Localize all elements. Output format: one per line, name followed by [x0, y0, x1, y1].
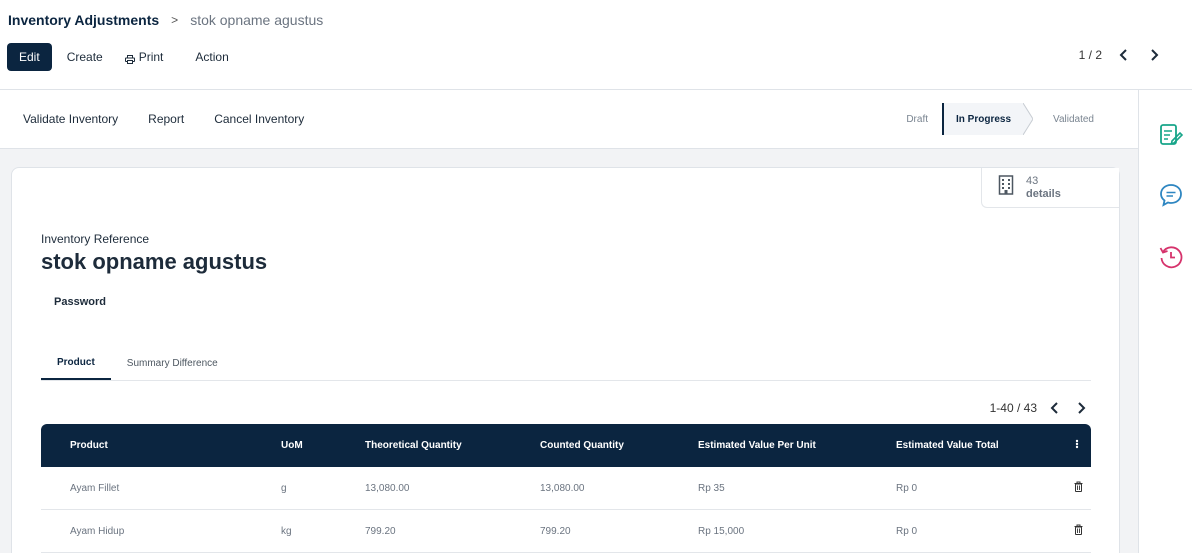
table-header: Product UoM Theoretical Quantity Counted… [41, 424, 1091, 467]
cell-product: Ayam Fillet [70, 482, 120, 494]
inventory-reference-value: stok opname agustus [41, 249, 268, 274]
cell-product: Ayam Hidup [70, 525, 125, 537]
table-pager-value: 1-40 / 43 [989, 401, 1037, 415]
control-panel: Inventory Adjustments > stok opname agus… [0, 0, 1192, 90]
details-count: 43 [1026, 174, 1039, 187]
column-header-value-per-unit[interactable]: Estimated Value Per Unit [698, 440, 816, 451]
cell-theoretical-quantity: 799.20 [365, 525, 396, 537]
trash-icon[interactable] [1074, 524, 1083, 538]
notebook-tabs: Product Summary Difference [41, 348, 1091, 381]
column-header-theoretical-quantity[interactable]: Theoretical Quantity [365, 440, 462, 451]
print-icon [124, 53, 135, 64]
note-edit-icon[interactable] [1158, 122, 1184, 148]
details-label: details [1026, 187, 1061, 200]
create-button[interactable]: Create [56, 43, 114, 71]
cell-uom: g [281, 482, 287, 494]
cell-theoretical-quantity: 13,080.00 [365, 482, 410, 494]
column-header-uom[interactable]: UoM [281, 440, 303, 451]
chevron-right-icon[interactable] [1146, 47, 1162, 63]
cell-value-total: Rp 0 [896, 525, 918, 537]
column-header-value-total[interactable]: Estimated Value Total [896, 440, 999, 451]
cell-counted-quantity: 799.20 [540, 525, 571, 537]
cell-value-per-unit: Rp 35 [698, 482, 725, 494]
breadcrumb-separator: > [171, 13, 179, 27]
stage-draft[interactable]: Draft [892, 103, 942, 135]
edit-button[interactable]: Edit [7, 43, 52, 71]
chat-icon[interactable] [1158, 182, 1184, 208]
stage-in-progress[interactable]: In Progress [942, 103, 1034, 135]
action-button[interactable]: Action [184, 43, 239, 71]
chevron-left-icon[interactable] [1116, 47, 1132, 63]
column-header-product[interactable]: Product [70, 440, 108, 451]
cancel-inventory-button[interactable]: Cancel Inventory [203, 112, 315, 126]
inventory-reference-label: Inventory Reference [41, 232, 150, 246]
history-icon[interactable] [1158, 244, 1184, 270]
status-actions: Validate Inventory Report Cancel Invento… [12, 90, 323, 148]
column-options-icon[interactable] [1075, 439, 1079, 452]
breadcrumb-current: stok opname agustus [190, 12, 324, 28]
form-statusbar: Validate Inventory Report Cancel Invento… [0, 90, 1138, 149]
cell-value-total: Rp 0 [896, 482, 918, 494]
record-pager: 1 / 2 [1079, 47, 1162, 63]
trash-icon[interactable] [1074, 481, 1083, 495]
details-smart-button[interactable]: 43 details [981, 168, 1119, 208]
tab-summary-difference[interactable]: Summary Difference [111, 347, 234, 380]
tab-product[interactable]: Product [41, 347, 111, 380]
table-row[interactable]: Ayam Fillet g 13,080.00 13,080.00 Rp 35 … [41, 467, 1091, 510]
table-pager: 1-40 / 43 [990, 400, 1089, 416]
cell-counted-quantity: 13,080.00 [540, 482, 585, 494]
product-table: Product UoM Theoretical Quantity Counted… [41, 424, 1091, 553]
form-sheet: 43 details Inventory Reference stok opna… [11, 167, 1120, 553]
print-button[interactable]: Print [114, 43, 175, 71]
print-button-label: Print [138, 50, 164, 64]
stage-validated[interactable]: Validated [1039, 103, 1108, 135]
stage-pipeline: Draft In Progress Validated [892, 102, 1108, 136]
validate-inventory-button[interactable]: Validate Inventory [12, 112, 129, 126]
breadcrumb: Inventory Adjustments > stok opname agus… [8, 12, 323, 28]
report-button[interactable]: Report [137, 112, 195, 126]
chatter-sidebar [1138, 90, 1192, 553]
cell-value-per-unit: Rp 15,000 [698, 525, 745, 537]
smart-button-text: 43 details [1026, 175, 1061, 201]
column-header-counted-quantity[interactable]: Counted Quantity [540, 440, 624, 451]
chevron-left-icon[interactable] [1047, 400, 1063, 416]
stage-divider [1022, 102, 1034, 136]
record-pager-value: 1 / 2 [1078, 48, 1102, 62]
table-row[interactable]: Ayam Hidup kg 799.20 799.20 Rp 15,000 Rp… [41, 510, 1091, 553]
cell-uom: kg [281, 525, 292, 537]
toolbar: Edit Create Print Action [7, 43, 240, 71]
breadcrumb-root-link[interactable]: Inventory Adjustments [8, 12, 159, 28]
password-label: Password [54, 296, 106, 308]
building-icon [998, 175, 1014, 200]
chevron-right-icon[interactable] [1073, 400, 1089, 416]
